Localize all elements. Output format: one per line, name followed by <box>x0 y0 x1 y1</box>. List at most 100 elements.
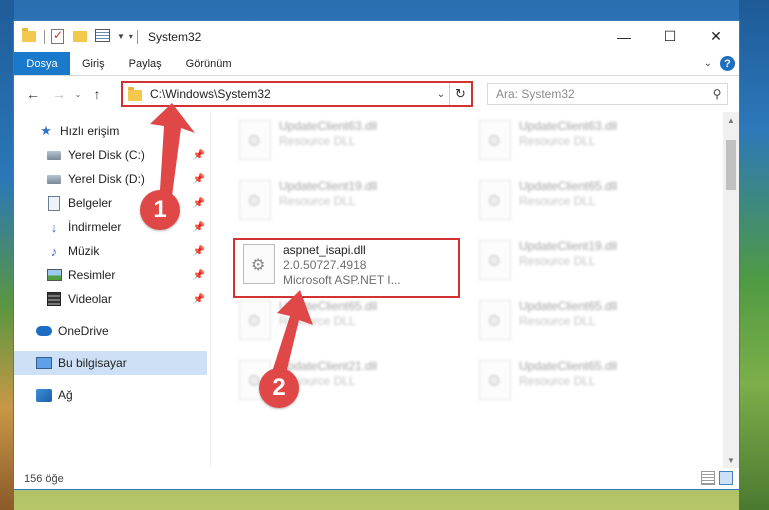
sidebar-item-onedrive[interactable]: OneDrive <box>14 319 207 343</box>
sidebar-item-this-pc[interactable]: Bu bilgisayar <box>14 351 207 375</box>
view-switcher <box>701 471 733 485</box>
vertical-scrollbar[interactable]: ▲ ▼ <box>723 112 739 468</box>
window-controls: — ☐ ✕ <box>601 21 739 52</box>
list-item[interactable]: UpdateClient65.dllResource DLL <box>471 176 696 232</box>
file-description: Resource DLL <box>519 194 596 208</box>
chevron-down-icon[interactable]: ⌄ <box>433 89 449 100</box>
quick-access-toolbar: ▼ ▾ System32 <box>14 21 201 52</box>
sidebar-item-pictures[interactable]: Resimler 📌 <box>14 263 207 287</box>
sidebar-item-label: Resimler <box>68 268 116 282</box>
list-item[interactable]: UpdateClient19.dllResource DLL <box>231 176 456 232</box>
search-input[interactable]: Ara: System32 <box>488 87 707 101</box>
item-count: 156 öğe <box>24 472 64 485</box>
search-box[interactable]: Ara: System32 ⚲ <box>487 83 728 105</box>
title-bar: ▼ ▾ System32 — ☐ ✕ <box>14 21 739 52</box>
help-icon[interactable]: ? <box>720 56 735 71</box>
ribbon-right-controls: ⌄ ? <box>704 56 735 71</box>
video-icon <box>46 291 62 307</box>
sidebar-item-label: Yerel Disk (C:) <box>68 148 145 162</box>
list-item[interactable]: UpdateClient63.dllResource DLL <box>471 116 696 172</box>
back-button[interactable]: ← <box>22 83 44 105</box>
scroll-down-icon[interactable]: ▼ <box>723 452 739 468</box>
dll-file-icon <box>479 180 511 220</box>
dll-file-icon <box>479 240 511 280</box>
navigation-pane: ★ Hızlı erişim Yerel Disk (C:) 📌 Yerel D… <box>14 112 210 468</box>
close-button[interactable]: ✕ <box>693 21 739 52</box>
list-item[interactable]: UpdateClient65.dllResource DLL <box>231 296 456 352</box>
tab-file[interactable]: Dosya <box>14 52 70 75</box>
view-icon[interactable] <box>95 28 111 45</box>
forward-button[interactable]: → <box>48 83 70 105</box>
file-name: UpdateClient63.dll <box>519 119 618 133</box>
ribbon-tabs: Dosya Giriş Paylaş Görünüm ⌄ ? <box>14 52 739 76</box>
list-item[interactable]: UpdateClient65.dllResource DLL <box>471 296 696 352</box>
file-name: UpdateClient65.dll <box>279 299 378 313</box>
sidebar-item-label: Müzik <box>68 244 100 258</box>
scroll-up-icon[interactable]: ▲ <box>723 112 739 128</box>
tab-home[interactable]: Giriş <box>70 52 117 75</box>
dll-file-icon <box>479 360 511 400</box>
sidebar-item-network[interactable]: Ağ <box>14 383 207 407</box>
file-description: Resource DLL <box>519 134 596 148</box>
large-icons-view-icon[interactable] <box>719 471 733 485</box>
sidebar-item-label: Bu bilgisayar <box>58 356 127 370</box>
file-name: UpdateClient21.dll <box>279 359 378 373</box>
dll-file-icon <box>239 120 271 160</box>
minimize-button[interactable]: — <box>601 21 647 52</box>
expand-ribbon-icon[interactable]: ⌄ <box>704 58 712 69</box>
divider <box>44 29 45 44</box>
properties-icon[interactable] <box>51 28 67 45</box>
sidebar-item-quick-access[interactable]: ★ Hızlı erişim <box>14 119 207 143</box>
folder-icon <box>22 27 38 45</box>
pictures-icon <box>46 267 62 283</box>
pin-icon[interactable]: 📌 <box>193 270 205 281</box>
pin-icon[interactable]: 📌 <box>193 294 205 305</box>
tab-share[interactable]: Paylaş <box>117 52 174 75</box>
list-item-aspnet-isapi[interactable]: aspnet_isapi.dll 2.0.50727.4918 Microsof… <box>235 240 460 296</box>
cloud-icon <box>36 323 52 339</box>
list-item[interactable]: UpdateClient19.dllResource DLL <box>471 236 696 292</box>
sidebar-item-music[interactable]: ♪ Müzik 📌 <box>14 239 207 263</box>
highlighted-file-tile[interactable]: aspnet_isapi.dll 2.0.50727.4918 Microsof… <box>233 238 460 298</box>
pin-icon[interactable]: 📌 <box>193 222 205 233</box>
dll-file-icon <box>479 300 511 340</box>
explorer-window: ▼ ▾ System32 — ☐ ✕ Dosya Giriş Paylaş Gö… <box>13 20 740 490</box>
file-description: Microsoft ASP.NET I... <box>283 273 401 287</box>
file-description: Resource DLL <box>279 194 356 208</box>
customize-toolbar-icon[interactable]: ▾ <box>129 32 133 41</box>
sidebar-item-local-disk-c[interactable]: Yerel Disk (C:) 📌 <box>14 143 207 167</box>
drive-icon <box>46 147 62 163</box>
computer-icon <box>36 355 52 371</box>
details-view-icon[interactable] <box>701 471 715 485</box>
tab-view[interactable]: Görünüm <box>174 52 244 75</box>
scrollbar-thumb[interactable] <box>726 140 736 190</box>
list-item[interactable]: UpdateClient63.dllResource DLL <box>231 116 456 172</box>
search-icon[interactable]: ⚲ <box>707 87 727 101</box>
file-description: Resource DLL <box>519 374 596 388</box>
sidebar-item-label: İndirmeler <box>68 220 122 234</box>
up-button[interactable]: ↑ <box>86 83 108 105</box>
chevron-down-icon[interactable]: ▼ <box>117 32 125 41</box>
sidebar-item-videos[interactable]: Videolar 📌 <box>14 287 207 311</box>
pin-icon[interactable]: 📌 <box>193 246 205 257</box>
file-version: 2.0.50727.4918 <box>283 258 367 272</box>
refresh-button[interactable]: ↻ <box>449 83 471 105</box>
file-name: UpdateClient63.dll <box>279 119 378 133</box>
sidebar-item-local-disk-d[interactable]: Yerel Disk (D:) 📌 <box>14 167 207 191</box>
new-folder-icon[interactable] <box>73 29 89 45</box>
address-bar[interactable]: C:\Windows\System32 ⌄ ↻ <box>121 81 473 107</box>
file-description: Resource DLL <box>279 314 356 328</box>
pin-icon[interactable]: 📌 <box>193 150 205 161</box>
sidebar-item-label: Hızlı erişim <box>60 124 120 138</box>
pin-icon[interactable]: 📌 <box>193 174 205 185</box>
sidebar-item-label: Videolar <box>68 292 112 306</box>
pin-icon[interactable]: 📌 <box>193 198 205 209</box>
list-item[interactable]: UpdateClient65.dllResource DLL <box>471 356 696 412</box>
recent-locations-button[interactable]: ⌄ <box>70 83 86 105</box>
address-path[interactable]: C:\Windows\System32 <box>150 87 433 101</box>
file-name: UpdateClient19.dll <box>519 239 618 253</box>
file-name: UpdateClient65.dll <box>519 179 618 193</box>
maximize-button[interactable]: ☐ <box>647 21 693 52</box>
file-description: Resource DLL <box>279 134 356 148</box>
network-icon <box>36 387 52 403</box>
